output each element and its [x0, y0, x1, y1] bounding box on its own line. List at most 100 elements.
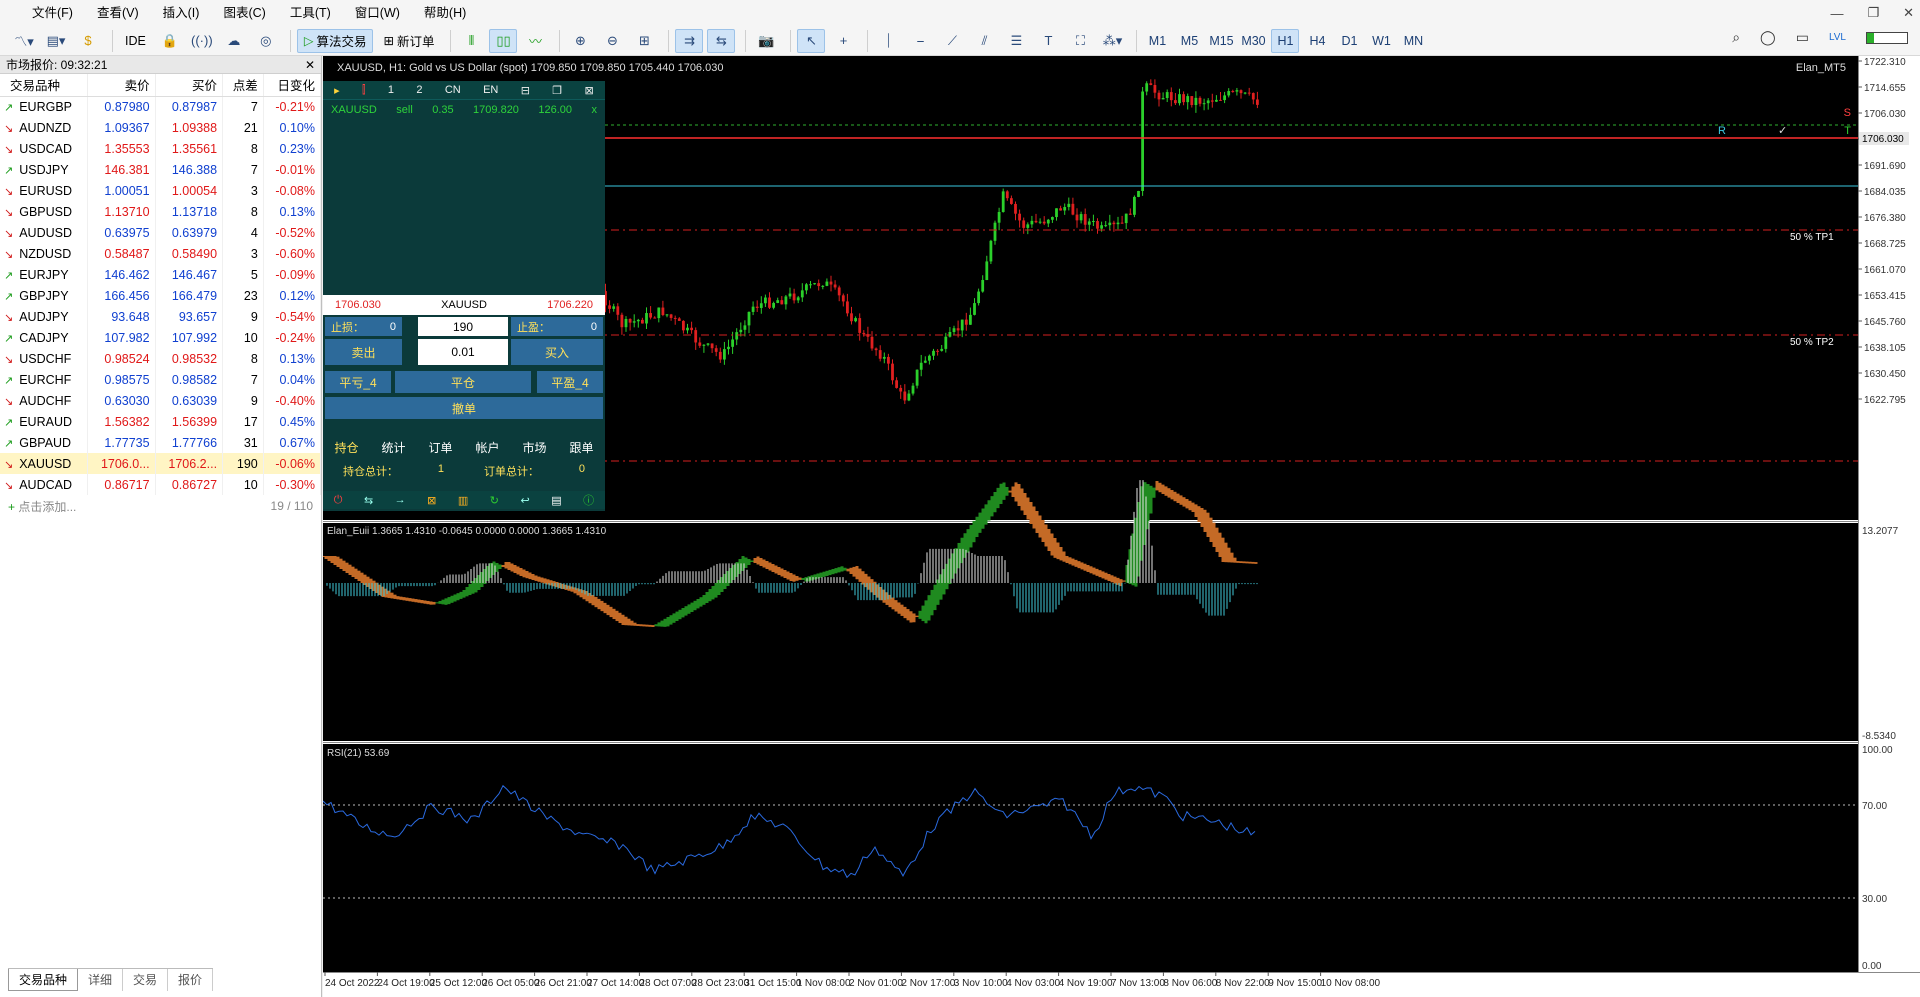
tab-orders[interactable]: 订单 [428, 439, 452, 459]
timeframe-m1[interactable]: M1 [1143, 29, 1171, 53]
symbol-row[interactable]: ↗ EURAUD 1.56382 1.56399 17 0.45% [0, 411, 322, 432]
symbol-row[interactable]: ↘ AUDCHF 0.63030 0.63039 9 -0.40% [0, 390, 322, 411]
crosshair-icon[interactable]: + [829, 29, 857, 53]
tab-ticks[interactable]: 报价 [168, 969, 214, 991]
symbol-row[interactable]: ↘ GBPUSD 1.13710 1.13718 8 0.13% [0, 201, 322, 222]
column-header[interactable]: 点差 [222, 74, 264, 97]
bar-chart-icon[interactable]: ⫴ [457, 29, 485, 53]
column-header[interactable]: 卖价 [87, 74, 156, 97]
symbol-row[interactable]: ↘ XAUUSD 1706.0... 1706.2... 190 -0.06% [0, 453, 322, 474]
arrow-right-icon[interactable]: → [395, 494, 406, 506]
lot-size-input[interactable]: 0.01 [418, 339, 508, 365]
menu-view[interactable]: 查看(V) [85, 0, 151, 26]
symbol-row[interactable]: ↗ EURGBP 0.87980 0.87987 7 -0.21% [0, 96, 322, 117]
panel-tab-2[interactable]: 2 [416, 84, 422, 96]
screenshot-icon[interactable]: 📷 [752, 29, 780, 53]
close-order-icon[interactable]: x [591, 104, 597, 116]
symbol-row[interactable]: ↘ AUDNZD 1.09367 1.09388 21 0.10% [0, 117, 322, 138]
symbol-row[interactable]: ↘ USDCHF 0.98524 0.98532 8 0.13% [0, 348, 322, 369]
tab-details[interactable]: 详细 [78, 969, 124, 991]
lock-icon[interactable]: 🔒 [156, 29, 184, 53]
file-icon[interactable]: ▤ [551, 494, 561, 507]
new-chart-icon[interactable]: 〽▾ [10, 29, 38, 53]
autoscroll-icon[interactable]: ⇉ [675, 28, 704, 53]
ide-button[interactable]: IDE [119, 29, 152, 53]
panel-play-icon[interactable]: ▸ [334, 84, 340, 97]
panel-tab-1[interactable]: 1 [388, 84, 394, 96]
new-order-button[interactable]: ⊞ 新订单 [377, 29, 440, 53]
buy-button[interactable]: 买入 [511, 339, 603, 365]
symbol-row[interactable]: ↘ AUDCAD 0.86717 0.86727 10 -0.30% [0, 474, 322, 495]
algo-trading-button[interactable]: ▷ 算法交易 [296, 28, 374, 53]
return-icon[interactable]: ↩ [521, 494, 530, 507]
info-icon[interactable]: ⓘ [583, 492, 594, 508]
symbol-row[interactable]: ↗ EURJPY 146.462 146.467 5 -0.09% [0, 264, 322, 285]
dollar-icon[interactable]: $ [74, 29, 102, 53]
column-header[interactable]: 交易品种 [0, 74, 89, 97]
column-header[interactable]: 买价 [155, 74, 224, 97]
objects-menu-icon[interactable]: ⁂▾ [1098, 29, 1126, 53]
candlestick-icon[interactable]: ▯▯ [489, 28, 518, 53]
symbol-row[interactable]: ↘ USDCAD 1.35553 1.35561 8 0.23% [0, 138, 322, 159]
order-row[interactable]: XAUUSD sell 0.35 1709.820 126.00 x [323, 100, 605, 120]
line-chart-icon[interactable]: 〰 [521, 29, 549, 53]
zoom-in-icon[interactable]: ⊕ [566, 29, 594, 53]
channel-icon[interactable]: ⫽ [970, 29, 998, 53]
chart-shift-icon[interactable]: ⇆ [707, 28, 736, 53]
search-icon[interactable]: ⌕ [1732, 29, 1740, 46]
close-box-icon[interactable]: ⊠ [427, 494, 436, 507]
tab-account[interactable]: 帐户 [475, 439, 499, 459]
shapes-icon[interactable]: ⛶ [1066, 29, 1094, 53]
swap-icon[interactable]: ⇆ [364, 494, 373, 507]
stop-loss-field[interactable]: 止损： 0 [325, 317, 402, 336]
refresh-icon[interactable]: ↻ [490, 494, 499, 507]
timeframe-w1[interactable]: W1 [1367, 29, 1395, 53]
minimize-icon[interactable]: ⊟ [521, 84, 530, 97]
panel-tab-cn[interactable]: CN [445, 84, 461, 96]
close-all-button[interactable]: 平仓 [395, 371, 531, 393]
timeframe-mn[interactable]: MN [1399, 29, 1427, 53]
timeframe-h4[interactable]: H4 [1303, 29, 1331, 53]
symbol-row[interactable]: ↗ GBPJPY 166.456 166.479 23 0.12% [0, 285, 322, 306]
close-icon[interactable]: ✕ [1903, 5, 1914, 21]
symbol-row[interactable]: ↗ CADJPY 107.982 107.992 10 -0.24% [0, 327, 322, 348]
menu-window[interactable]: 窗口(W) [343, 0, 412, 26]
cursor-icon[interactable]: ↖ [797, 28, 826, 53]
timeframe-m15[interactable]: M15 [1207, 29, 1235, 53]
symbol-row[interactable]: ↘ AUDUSD 0.63975 0.63979 4 -0.52% [0, 222, 322, 243]
signal-icon[interactable]: ((·)) [188, 29, 216, 53]
maximize-icon[interactable]: ❐ [552, 84, 562, 97]
mql5-icon[interactable]: LVL [1829, 32, 1846, 43]
tab-copy[interactable]: 跟单 [569, 439, 593, 459]
menu-tools[interactable]: 工具(T) [278, 0, 343, 26]
timeframe-h1[interactable]: H1 [1271, 28, 1300, 53]
menu-file[interactable]: 文件(F) [0, 0, 85, 26]
tab-symbols[interactable]: 交易品种 [8, 969, 79, 991]
tab-market[interactable]: 市场 [522, 439, 546, 459]
zoom-out-icon[interactable]: ⊖ [598, 29, 626, 53]
symbol-row[interactable]: ↘ NZDUSD 0.58487 0.58490 3 -0.60% [0, 243, 322, 264]
take-profit-field[interactable]: 止盈： 0 [511, 317, 603, 336]
cancel-order-button[interactable]: 撤单 [325, 397, 603, 419]
panel-chart-icon[interactable]: ⫿ [362, 84, 366, 97]
menu-help[interactable]: 帮助(H) [412, 0, 478, 26]
power-icon[interactable]: ⏻ [334, 494, 343, 507]
menu-charts[interactable]: 图表(C) [211, 0, 277, 26]
text-icon[interactable]: T [1034, 29, 1062, 53]
trendline-icon[interactable]: ⟋ [938, 29, 966, 53]
symbol-row[interactable]: ↘ AUDJPY 93.648 93.657 9 -0.54% [0, 306, 322, 327]
grid-icon[interactable]: ⊞ [630, 29, 658, 53]
close-profit-button[interactable]: 平盈_4 [537, 371, 603, 393]
vertical-line-icon[interactable]: ⏐ [874, 29, 902, 53]
timeframe-m30[interactable]: M30 [1239, 29, 1267, 53]
close-icon[interactable]: ⊠ [585, 84, 594, 97]
tab-positions[interactable]: 持仓 [334, 439, 358, 459]
symbol-row[interactable]: ↗ GBPAUD 1.77735 1.77766 31 0.67% [0, 432, 322, 453]
tab-statistics[interactable]: 统计 [381, 439, 405, 459]
account-icon[interactable]: ◯ [1760, 29, 1776, 46]
minimize-icon[interactable]: — [1830, 6, 1843, 21]
vps-icon[interactable]: ◎ [252, 29, 280, 53]
fibonacci-icon[interactable]: ☰ [1002, 29, 1030, 53]
add-symbol-link[interactable]: + 点击添加... [8, 498, 76, 515]
symbol-row[interactable]: ↗ USDJPY 146.381 146.388 7 -0.01% [0, 159, 322, 180]
